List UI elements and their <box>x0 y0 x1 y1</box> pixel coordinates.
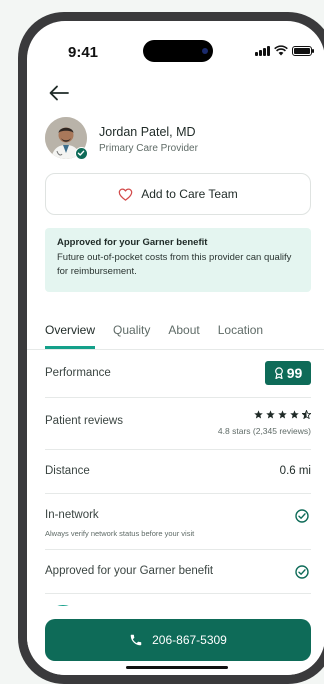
in-network-label: In-network <box>45 509 99 521</box>
award-ribbon-icon <box>274 367 283 379</box>
add-to-care-team-label: Add to Care Team <box>141 187 238 201</box>
star-filled-icon <box>266 410 275 419</box>
performance-score: 99 <box>286 365 303 381</box>
status-bar: 9:41 <box>27 21 324 71</box>
distance-label: Distance <box>45 465 90 477</box>
distance-value: 0.6 mi <box>279 465 311 477</box>
approved-benefit-label: Approved for your Garner benefit <box>45 565 214 577</box>
tab-quality[interactable]: Quality <box>113 323 150 349</box>
provider-name: Jordan Patel, MD <box>99 125 196 139</box>
battery-icon <box>292 45 314 56</box>
home-indicator <box>126 666 228 669</box>
star-filled-icon <box>290 410 299 419</box>
phone-icon <box>130 634 142 646</box>
add-to-care-team-button[interactable]: Add to Care Team <box>45 173 311 215</box>
provider-header: Jordan Patel, MD Primary Care Provider <box>45 117 307 163</box>
back-arrow-icon[interactable] <box>47 83 71 103</box>
call-provider-label: 206-867-5309 <box>152 633 227 647</box>
tab-location[interactable]: Location <box>218 323 263 349</box>
system-indicators <box>255 45 314 56</box>
approved-benefit-row: Approved for your Garner benefit <box>45 550 311 594</box>
wifi-icon <box>274 45 288 56</box>
verified-badge-icon <box>75 147 88 160</box>
patient-reviews-row[interactable]: Patient reviews 4.8 stars (2,345 reviews… <box>45 398 311 450</box>
star-filled-icon <box>254 410 263 419</box>
patient-reviews-label: Patient reviews <box>45 415 123 427</box>
benefit-title: Approved for your Garner benefit <box>57 237 208 248</box>
tab-about[interactable]: About <box>168 323 199 349</box>
check-circle-icon <box>295 509 309 523</box>
performance-label: Performance <box>45 367 111 379</box>
distance-row: Distance 0.6 mi <box>45 450 311 494</box>
device-frame: 9:41 Jordan Patel, MD Primary Care Provi… <box>18 12 324 684</box>
in-network-row: In-network Always verify network status … <box>45 494 311 550</box>
performance-score-badge[interactable]: 99 <box>265 361 311 385</box>
provider-role: Primary Care Provider <box>99 143 198 154</box>
performance-row: Performance 99 <box>45 350 311 398</box>
benefit-banner: Approved for your Garner benefit Future … <box>45 228 311 292</box>
benefit-text: Future out-of-pocket costs from this pro… <box>57 252 292 277</box>
status-time: 9:41 <box>68 44 99 61</box>
reviews-summary: 4.8 stars (2,345 reviews) <box>217 426 311 436</box>
camera-icon <box>202 48 208 54</box>
rating-stars <box>254 410 311 419</box>
app-screen: 9:41 Jordan Patel, MD Primary Care Provi… <box>27 21 324 675</box>
star-half-icon <box>302 410 311 419</box>
call-provider-button[interactable]: 206-867-5309 <box>45 619 311 661</box>
check-circle-icon <box>295 565 309 579</box>
in-network-note: Always verify network status before your… <box>45 529 195 538</box>
star-filled-icon <box>278 410 287 419</box>
heart-outline-icon <box>118 187 133 201</box>
signal-icon <box>255 45 270 56</box>
